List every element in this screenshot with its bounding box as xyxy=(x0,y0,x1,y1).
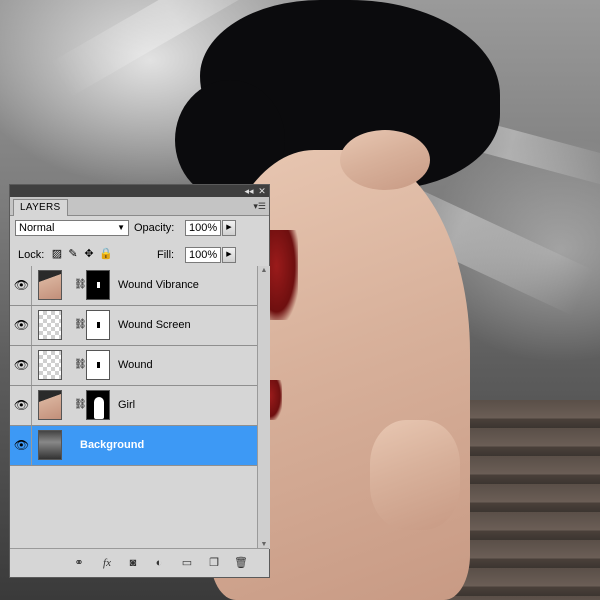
close-icon[interactable]: ✕ xyxy=(256,185,268,197)
tab-layers[interactable]: LAYERS xyxy=(13,199,68,216)
layer-mask-thumbnail[interactable] xyxy=(86,310,110,340)
scroll-up-icon[interactable]: ▲ xyxy=(258,267,270,274)
layer-name: Wound xyxy=(118,359,153,371)
layer-thumbnail xyxy=(38,430,62,460)
link-icon[interactable]: ⛓ xyxy=(74,359,87,371)
lock-transparency-icon[interactable]: ▨ xyxy=(51,248,63,260)
collapse-icon[interactable]: ◂◂ xyxy=(243,185,255,197)
fill-slider-button[interactable]: ▶ xyxy=(222,247,236,263)
scroll-down-icon[interactable]: ▼ xyxy=(258,541,270,548)
panel-titlebar[interactable]: ◂◂ ✕ xyxy=(10,185,269,197)
layer-mask-thumbnail[interactable] xyxy=(86,270,110,300)
layers-scrollbar[interactable]: ▲ ▼ xyxy=(257,266,270,549)
layers-list: 👁 ⛓ Wound Vibrance 👁 ⛓ Wound Screen 👁 ⛓ … xyxy=(10,266,257,549)
lock-all-icon[interactable]: 🔒 xyxy=(99,248,113,260)
eye-icon[interactable]: 👁 xyxy=(12,266,32,305)
layer-row-wound-screen[interactable]: 👁 ⛓ Wound Screen xyxy=(10,306,257,346)
layer-thumbnail xyxy=(38,390,62,420)
layer-row-wound-vibrance[interactable]: 👁 ⛓ Wound Vibrance xyxy=(10,266,257,306)
lock-position-icon[interactable]: ✥ xyxy=(83,248,95,260)
eye-icon[interactable]: 👁 xyxy=(12,306,32,345)
eye-icon[interactable]: 👁 xyxy=(12,346,32,385)
opacity-slider-button[interactable]: ▶ xyxy=(222,220,236,236)
blend-mode-select[interactable]: Normal ▼ xyxy=(15,220,129,236)
layer-row-background[interactable]: 👁 Background xyxy=(10,426,257,466)
new-layer-icon[interactable]: ❐ xyxy=(205,556,223,570)
layer-row-wound[interactable]: 👁 ⛓ Wound xyxy=(10,346,257,386)
layer-thumbnail xyxy=(38,270,62,300)
layer-mask-thumbnail[interactable] xyxy=(86,390,110,420)
layer-mask-thumbnail[interactable] xyxy=(86,350,110,380)
layer-name: Girl xyxy=(118,399,136,411)
layer-name: Background xyxy=(80,439,145,451)
chevron-down-icon: ▼ xyxy=(117,223,125,232)
layers-panel: ◂◂ ✕ LAYERS ▾☰ Normal ▼ Opacity: 100% ▶ … xyxy=(9,184,270,578)
new-group-icon[interactable]: ▭ xyxy=(178,556,196,570)
layer-name: Wound Screen xyxy=(118,319,191,331)
lock-pixels-icon[interactable]: ✎ xyxy=(67,248,79,260)
blend-opacity-row: Normal ▼ Opacity: 100% ▶ xyxy=(10,218,269,242)
tab-row: LAYERS ▾☰ xyxy=(10,197,269,216)
link-icon[interactable]: ⛓ xyxy=(74,399,87,411)
layer-name: Wound Vibrance xyxy=(118,279,199,291)
trash-icon[interactable]: 🗑 xyxy=(232,556,250,570)
adjustment-layer-icon[interactable]: ◐ xyxy=(150,556,168,570)
link-icon[interactable]: ⛓ xyxy=(74,319,87,331)
eye-icon[interactable]: 👁 xyxy=(12,386,32,425)
layer-thumbnail xyxy=(38,310,62,340)
layer-row-girl[interactable]: 👁 ⛓ Girl xyxy=(10,386,257,426)
link-icon[interactable]: ⛓ xyxy=(74,279,87,291)
link-layers-icon[interactable]: ⚭ xyxy=(70,556,88,570)
panel-menu-icon[interactable]: ▾☰ xyxy=(253,200,266,212)
lock-fill-row: Lock: ▨ ✎ ✥ 🔒 Fill: 100% ▶ xyxy=(10,244,269,267)
fx-icon[interactable]: fx xyxy=(98,556,116,570)
layer-thumbnail xyxy=(38,350,62,380)
fill-label: Fill: xyxy=(157,249,175,261)
eye-icon[interactable]: 👁 xyxy=(12,426,32,465)
add-mask-icon[interactable]: ◙ xyxy=(124,556,142,570)
lock-label: Lock: xyxy=(18,249,45,261)
opacity-input[interactable]: 100% xyxy=(185,220,221,236)
panel-bottom-toolbar: ⚭ fx ◙ ◐ ▭ ❐ 🗑 xyxy=(10,548,269,577)
blend-mode-value: Normal xyxy=(19,222,55,234)
opacity-label: Opacity: xyxy=(134,222,175,234)
fill-input[interactable]: 100% xyxy=(185,247,221,263)
